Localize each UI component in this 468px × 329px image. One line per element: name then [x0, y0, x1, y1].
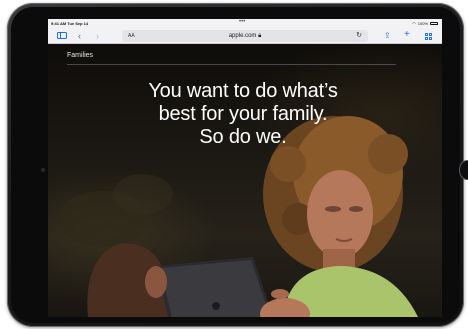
- section-divider: [67, 64, 396, 65]
- url-text[interactable]: apple.com 🔒︎: [122, 33, 368, 40]
- battery-icon: [430, 22, 438, 25]
- section-label-families[interactable]: Families: [67, 52, 93, 59]
- safari-toolbar: ‹ › AA apple.com 🔒︎ ↻ ⇪ +: [48, 28, 442, 44]
- headline-line-2: best for your family.: [158, 103, 328, 125]
- hero-section: Families You want to do what’s best for …: [48, 44, 442, 317]
- url-domain: apple.com: [228, 32, 257, 39]
- reload-icon[interactable]: ↻: [356, 31, 362, 39]
- status-time: 9:41 AM Tue Sep 14: [51, 21, 89, 26]
- hero-headline: You want to do what’s best for your fami…: [118, 80, 368, 149]
- home-button[interactable]: [459, 160, 468, 180]
- lock-icon: 🔒︎: [258, 32, 262, 39]
- sidebar-icon[interactable]: [57, 32, 67, 39]
- chevron-right-icon[interactable]: ›: [96, 31, 99, 41]
- plus-icon[interactable]: +: [404, 30, 410, 40]
- device-screen: 9:41 AM Tue Sep 14 ••• ◠ 100% ‹ › AA app…: [48, 19, 442, 317]
- multitasking-dots[interactable]: •••: [239, 19, 245, 25]
- address-bar[interactable]: AA apple.com 🔒︎ ↻: [122, 30, 368, 42]
- tabs-grid-icon[interactable]: [425, 33, 432, 40]
- chevron-left-icon[interactable]: ‹: [78, 31, 81, 41]
- battery-percent: 100%: [417, 21, 428, 26]
- status-right: ◠ 100%: [412, 21, 438, 26]
- headline-line-1: You want to do what’s: [148, 80, 338, 102]
- headline-line-3: So do we.: [199, 126, 287, 148]
- wifi-icon: ◠: [412, 21, 416, 26]
- front-camera: [41, 168, 45, 172]
- share-icon[interactable]: ⇪: [384, 31, 391, 41]
- status-bar: 9:41 AM Tue Sep 14 ••• ◠ 100%: [48, 19, 442, 28]
